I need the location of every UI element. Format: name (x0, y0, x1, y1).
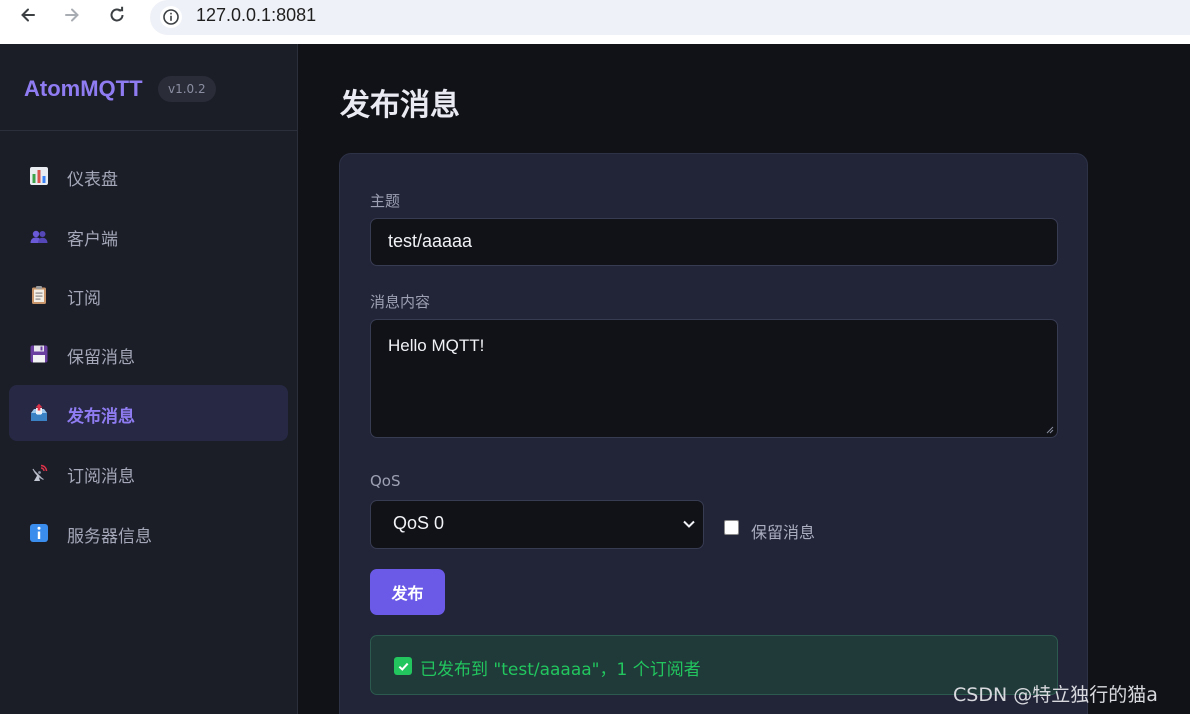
alert-message: 已发布到 "test/aaaaa"，1 个订阅者 (420, 660, 701, 680)
info-icon[interactable] (160, 6, 182, 28)
page-title: 发布消息 (340, 88, 460, 123)
floppy-disk-icon (30, 345, 48, 363)
outbox-tray-icon (31, 403, 47, 421)
topic-input[interactable]: test/aaaaa (370, 218, 1058, 266)
content-textarea[interactable]: Hello MQTT! (370, 319, 1058, 438)
bar-chart-icon (30, 167, 48, 185)
users-icon (30, 230, 48, 243)
topic-label: 主题 (370, 192, 401, 210)
brand-header: AtomMQTT v1.0.2 (0, 44, 297, 131)
brand-name[interactable]: AtomMQTT (24, 76, 143, 102)
qos-selected-value: QoS 0 (393, 513, 445, 533)
sidebar-item-server-info[interactable]: 服务器信息 (9, 505, 288, 561)
qos-select[interactable]: QoS 0 (370, 500, 704, 549)
publish-button[interactable]: 发布 (370, 569, 445, 615)
address-bar[interactable]: 127.0.0.1:8081 (150, 0, 1190, 35)
sidebar-item-subscribe-messages[interactable]: 订阅消息 (9, 445, 288, 501)
clipboard-icon (32, 286, 46, 304)
browser-toolbar: 127.0.0.1:8081 (0, 0, 1190, 44)
arrow-left-icon (21, 8, 35, 22)
back-button[interactable] (17, 4, 39, 26)
satellite-antenna-icon (32, 464, 48, 481)
url-text: 127.0.0.1:8081 (196, 5, 317, 25)
publish-form-card: 主题 test/aaaaa 消息内容 Hello MQTT! QoS QoS 0… (339, 153, 1088, 714)
version-badge: v1.0.2 (158, 76, 216, 102)
reload-icon (110, 6, 124, 22)
sidebar-item-label: 保留消息 (67, 348, 135, 368)
sidebar-item-publish[interactable]: 发布消息 (9, 385, 288, 441)
content-label: 消息内容 (370, 293, 431, 311)
reload-button[interactable] (106, 4, 128, 26)
sidebar: AtomMQTT v1.0.2 仪表盘 客户端 订阅 保留消息 发布消息 订阅消… (0, 44, 298, 714)
sidebar-item-label: 订阅消息 (67, 467, 135, 487)
sidebar-item-label: 订阅 (67, 289, 101, 309)
forward-button[interactable] (61, 4, 83, 26)
watermark: CSDN @特立独行的猫a (953, 684, 1158, 706)
sidebar-item-label: 发布消息 (67, 407, 135, 427)
retain-checkbox[interactable] (724, 520, 739, 535)
sidebar-item-subscriptions[interactable]: 订阅 (9, 267, 288, 323)
arrow-right-icon (65, 8, 79, 22)
sidebar-item-label: 客户端 (67, 230, 118, 250)
information-icon (30, 524, 48, 542)
retain-label: 保留消息 (751, 523, 816, 542)
sidebar-item-retained[interactable]: 保留消息 (9, 326, 288, 382)
sidebar-item-dashboard[interactable]: 仪表盘 (9, 148, 288, 204)
qos-label: QoS (370, 472, 401, 490)
sidebar-item-clients[interactable]: 客户端 (9, 208, 288, 264)
sidebar-item-label: 仪表盘 (67, 170, 118, 190)
main-content: 发布消息 主题 test/aaaaa 消息内容 Hello MQTT! QoS … (299, 44, 1190, 714)
content-text: Hello MQTT! (388, 336, 485, 355)
check-icon (394, 657, 412, 675)
sidebar-item-label: 服务器信息 (67, 527, 152, 547)
chevron-down-icon (683, 520, 695, 528)
resize-handle-icon[interactable] (1046, 426, 1054, 434)
